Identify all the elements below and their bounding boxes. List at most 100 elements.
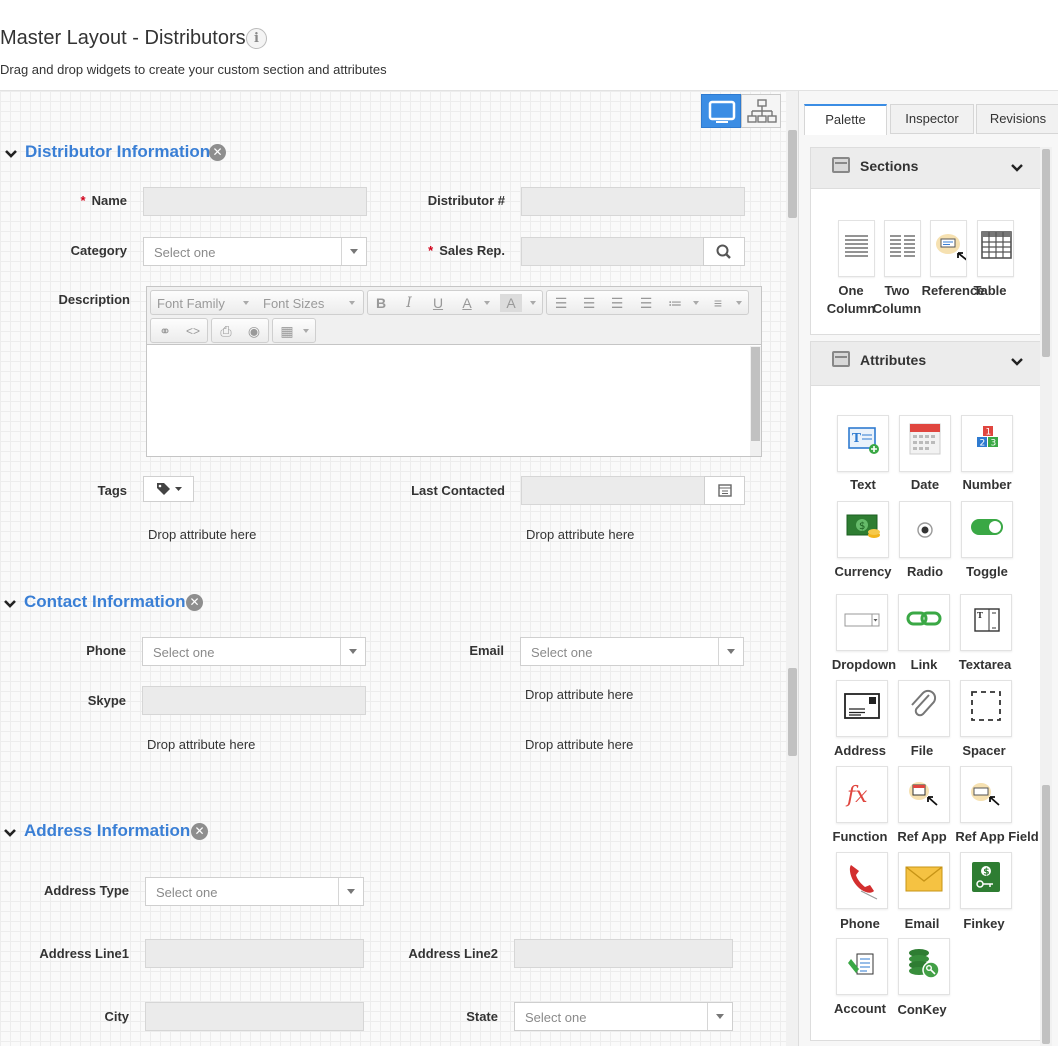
collapse-chevron-icon[interactable] [3,597,17,611]
code-icon[interactable]: <> [182,322,204,340]
info-icon[interactable]: i [246,28,267,49]
category-select[interactable]: Select one [143,237,367,266]
last-contacted-field[interactable] [521,476,705,505]
drop-attribute-zone[interactable]: Drop attribute here [526,527,634,542]
currency-widget[interactable]: $ [837,501,889,558]
ref-app-widget[interactable] [898,766,950,823]
remove-section-icon[interactable]: ✕ [191,823,208,840]
radio-widget[interactable] [899,501,951,558]
email-select[interactable]: Select one [520,637,744,666]
date-widget[interactable] [899,415,951,472]
chevron-down-icon [340,638,365,665]
reference-widget[interactable] [930,220,969,277]
tab-revisions[interactable]: Revisions [976,104,1058,134]
bold-icon[interactable]: B [370,294,392,312]
hierarchy-view-button[interactable] [741,94,781,128]
finkey-widget[interactable]: $ [960,852,1012,909]
skype-field[interactable] [142,686,366,715]
tags-button[interactable] [143,476,194,502]
radio-button-icon [917,522,933,538]
dropdown-widget[interactable] [836,594,888,651]
text-widget[interactable]: T [837,415,889,472]
distributor-number-field[interactable] [521,187,745,216]
tab-inspector[interactable]: Inspector [890,104,974,134]
svg-text:$: $ [859,521,865,532]
account-widget[interactable] [836,938,888,995]
file-widget[interactable] [898,680,950,737]
italic-icon[interactable]: I [398,294,420,312]
drop-attribute-zone[interactable]: Drop attribute here [148,527,256,542]
justify-icon[interactable]: ☰ [635,294,657,312]
sales-rep-field[interactable] [521,237,704,266]
drop-attribute-zone[interactable]: Drop attribute here [147,737,255,752]
city-field[interactable] [145,1002,364,1031]
collapse-chevron-icon[interactable] [4,147,18,161]
toggle-widget[interactable] [961,501,1013,558]
editor-scrollbar[interactable] [750,346,761,456]
sales-rep-label: * Sales Rep. [428,243,505,258]
preview-eye-icon[interactable]: ◉ [243,322,265,340]
link-widget[interactable] [898,594,950,651]
font-family-dropdown[interactable]: Font Family [157,296,225,311]
calendar-date-icon [909,423,941,455]
align-right-icon[interactable]: ☰ [606,294,628,312]
attributes-title: Attributes [860,352,927,368]
email-widget[interactable] [898,852,950,909]
textarea-widget[interactable]: T [960,594,1012,651]
text-color-icon[interactable]: A [456,294,478,312]
link-icon[interactable]: ⚭ [154,322,176,340]
date-picker-button[interactable] [704,476,745,505]
section-title-distributor[interactable]: Distributor Information [25,142,210,162]
section-layout-icon [832,157,850,173]
align-center-icon[interactable]: ☰ [578,294,600,312]
spacer-label: Spacer [962,743,1006,758]
drop-attribute-zone[interactable]: Drop attribute here [525,687,633,702]
font-sizes-dropdown[interactable]: Font Sizes [263,296,324,311]
address-line1-field[interactable] [145,939,364,968]
address-widget[interactable] [836,680,888,737]
align-left-icon[interactable]: ☰ [550,294,572,312]
hierarchy-icon [747,99,777,123]
ref-app-field-widget[interactable] [960,766,1012,823]
conkey-coins-icon [909,949,940,979]
remove-section-icon[interactable]: ✕ [209,144,226,161]
conkey-widget[interactable] [898,938,950,995]
address-type-select[interactable]: Select one [145,877,364,906]
canvas-scroll-thumb-2[interactable] [788,668,797,756]
one-column-widget[interactable] [838,220,875,277]
sales-rep-search-button[interactable] [703,237,745,266]
phone-widget[interactable] [836,852,888,909]
section-title-address[interactable]: Address Information [24,821,190,841]
tag-icon [157,483,182,495]
name-field[interactable] [143,187,367,216]
reference-icon [936,234,969,262]
underline-icon[interactable]: U [427,294,449,312]
tab-palette[interactable]: Palette [804,104,887,135]
table-widget[interactable] [977,220,1014,277]
canvas-scrollbar[interactable] [786,91,798,1046]
drop-attribute-zone[interactable]: Drop attribute here [525,737,633,752]
bullet-list-icon[interactable]: ≔ [664,294,686,312]
print-icon[interactable]: ⎙ [215,322,237,340]
table-icon[interactable]: ▦ [276,322,298,340]
collapse-chevron-icon[interactable] [3,826,17,840]
description-rich-text-editor[interactable]: Font Family Font Sizes B I U A A ☰ ☰ ☰ ☰… [146,286,762,457]
chevron-down-icon[interactable] [1010,161,1024,175]
palette-scrollbar[interactable] [1040,147,1052,1046]
number-widget[interactable]: 1 2 3 [961,415,1013,472]
address-card-icon [844,693,880,719]
state-select[interactable]: Select one [514,1002,733,1031]
highlight-color-icon[interactable]: A [500,294,522,312]
phone-select[interactable]: Select one [142,637,366,666]
spacer-widget[interactable] [960,680,1012,737]
numbered-list-icon[interactable]: ≡ [707,294,729,312]
section-title-contact[interactable]: Contact Information [24,592,186,612]
function-widget[interactable]: fx [836,766,888,823]
desktop-view-button[interactable] [701,94,741,128]
svg-text:T: T [852,431,861,445]
two-column-widget[interactable] [884,220,921,277]
chevron-down-icon[interactable] [1010,355,1024,369]
remove-section-icon[interactable]: ✕ [186,594,203,611]
canvas-scroll-thumb[interactable] [788,130,797,218]
address-line2-field[interactable] [514,939,733,968]
